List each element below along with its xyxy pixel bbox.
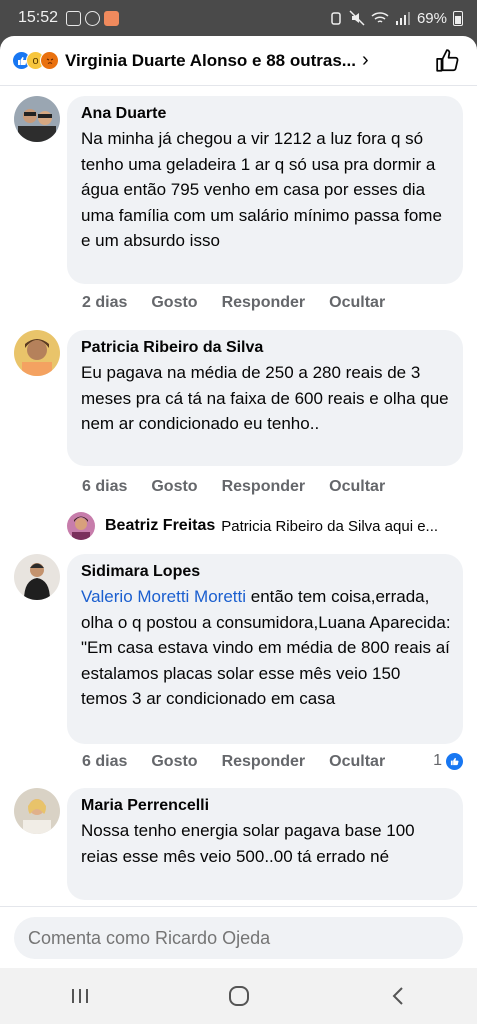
like-button[interactable]: Gosto (151, 294, 197, 312)
mention-link[interactable]: Valerio Moretti Moretti (81, 587, 246, 606)
comment-text: Na minha já chegou a vir 1212 a luz fora… (81, 129, 442, 250)
battery-percent: 69% (416, 9, 447, 27)
comment-input[interactable] (14, 917, 463, 959)
comment-author[interactable]: Patricia Ribeiro da Silva (81, 338, 451, 358)
comment-time[interactable]: 6 dias (82, 753, 127, 771)
mute-icon (349, 10, 365, 26)
gallery-icon (66, 10, 82, 26)
avatar[interactable] (14, 554, 60, 600)
thumbs-up-icon (436, 48, 459, 72)
comment-author[interactable]: Maria Perrencelli (81, 796, 451, 816)
comment-text: Nossa tenho energia solar pagava base 10… (81, 821, 415, 866)
home-icon (228, 986, 249, 1006)
like-post-button[interactable] (433, 46, 463, 76)
recent-apps-button[interactable] (50, 976, 110, 1016)
like-button[interactable]: Gosto (151, 753, 197, 771)
app-icon (104, 10, 120, 26)
comment-reactions[interactable]: 1 (433, 752, 463, 770)
comment-time[interactable]: 2 dias (82, 294, 127, 312)
reply-button[interactable]: Responder (222, 294, 306, 312)
comment-text: Eu pagava na média de 250 a 280 reais de… (81, 363, 449, 433)
like-count: 1 (433, 752, 442, 769)
home-button[interactable] (209, 976, 269, 1016)
reactions-summary: Virginia Duarte Alonso e 88 outras... (65, 50, 356, 70)
hide-button[interactable]: Ocultar (329, 294, 385, 312)
comment-bubble[interactable]: Ana Duarte Na minha já chegou a vir 1212… (67, 96, 463, 284)
comments-sheet: o Virginia Duarte Alonso e 88 outras... … (0, 36, 477, 968)
comment-bubble[interactable]: Sidimara Lopes Valerio Moretti Moretti e… (67, 554, 463, 744)
comment-composer (0, 906, 477, 968)
reply-text: Patricia Ribeiro da Silva aqui e... (221, 517, 439, 535)
chevron-right-icon: › (361, 49, 369, 71)
avatar[interactable] (14, 788, 60, 834)
reply-button[interactable]: Responder (222, 753, 306, 771)
reply-button[interactable]: Responder (222, 478, 306, 496)
avatar[interactable] (14, 96, 60, 142)
comment-actions: 6 dias Gosto Responder Ocultar (82, 478, 409, 496)
angry-icon (40, 51, 59, 70)
status-bar: 15:52 69% (0, 0, 477, 36)
avatar[interactable] (67, 512, 95, 540)
comment-actions: 6 dias Gosto Responder Ocultar (82, 753, 409, 771)
like-icon (446, 752, 463, 770)
comment-bubble[interactable]: Maria Perrencelli Nossa tenho energia so… (67, 788, 463, 900)
alarm-icon (331, 12, 341, 25)
hide-button[interactable]: Ocultar (329, 478, 385, 496)
avatar[interactable] (14, 330, 60, 376)
comment-text: Valerio Moretti Moretti então tem coisa,… (81, 584, 451, 712)
back-icon (392, 987, 403, 1005)
comment-bubble[interactable]: Patricia Ribeiro da Silva Eu pagava na m… (67, 330, 463, 466)
wifi-icon (371, 12, 389, 23)
battery-icon (453, 10, 463, 26)
reaction-emojis: o (12, 51, 59, 70)
reactions-header[interactable]: o Virginia Duarte Alonso e 88 outras... … (0, 36, 477, 86)
reply-author[interactable]: Beatriz Freitas (105, 517, 215, 535)
reply-preview[interactable]: Beatriz Freitas Patricia Ribeiro da Silv… (67, 512, 467, 540)
signal-icon (395, 12, 410, 25)
back-button[interactable] (368, 976, 428, 1016)
whatsapp-icon (85, 10, 101, 26)
recents-icon (71, 989, 88, 1003)
comment-author[interactable]: Ana Duarte (81, 104, 451, 124)
comment-actions: 2 dias Gosto Responder Ocultar (82, 294, 409, 312)
clock: 15:52 (18, 9, 59, 26)
like-button[interactable]: Gosto (151, 478, 197, 496)
comment-author[interactable]: Sidimara Lopes (81, 562, 451, 582)
comment-time[interactable]: 6 dias (82, 478, 127, 496)
notification-icons (66, 10, 120, 26)
hide-button[interactable]: Ocultar (329, 753, 385, 771)
system-icons: 69% (329, 10, 463, 27)
system-nav-bar (0, 968, 477, 1024)
